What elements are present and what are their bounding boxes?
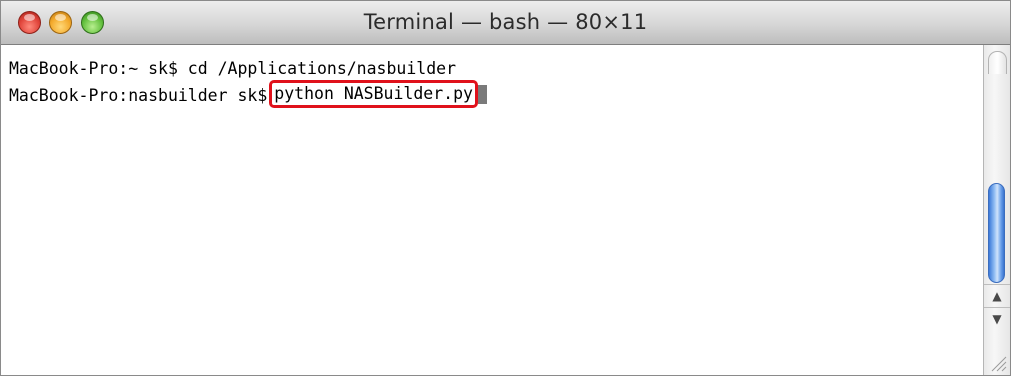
resize-grip-icon[interactable]	[988, 353, 1008, 373]
terminal-output[interactable]: MacBook-Pro:~ sk$ cd /Applications/nasbu…	[1, 45, 983, 375]
window-title: Terminal — bash — 80×11	[363, 10, 648, 34]
shell-prompt: MacBook-Pro:nasbuilder sk$	[9, 86, 268, 105]
scroll-up-arrow-icon[interactable]: ▲	[984, 284, 1010, 306]
vertical-scrollbar[interactable]: ▲ ▼	[983, 45, 1010, 375]
scroll-down-arrow-icon[interactable]: ▼	[984, 307, 1010, 329]
scroll-thumb[interactable]	[988, 183, 1005, 283]
highlighted-command: python NASBuilder.py	[269, 80, 478, 108]
command-text: python NASBuilder.py	[274, 84, 473, 103]
text-cursor	[477, 85, 487, 104]
terminal-line-1: MacBook-Pro:~ sk$ cd /Applications/nasbu…	[9, 59, 457, 78]
terminal-window: Terminal — bash — 80×11 MacBook-Pro:~ sk…	[0, 0, 1011, 376]
terminal-line-2: MacBook-Pro:nasbuilder sk$ python NASBuil…	[9, 80, 487, 110]
title-bar[interactable]: Terminal — bash — 80×11	[1, 1, 1010, 45]
scroll-track-top-cap	[988, 51, 1007, 74]
